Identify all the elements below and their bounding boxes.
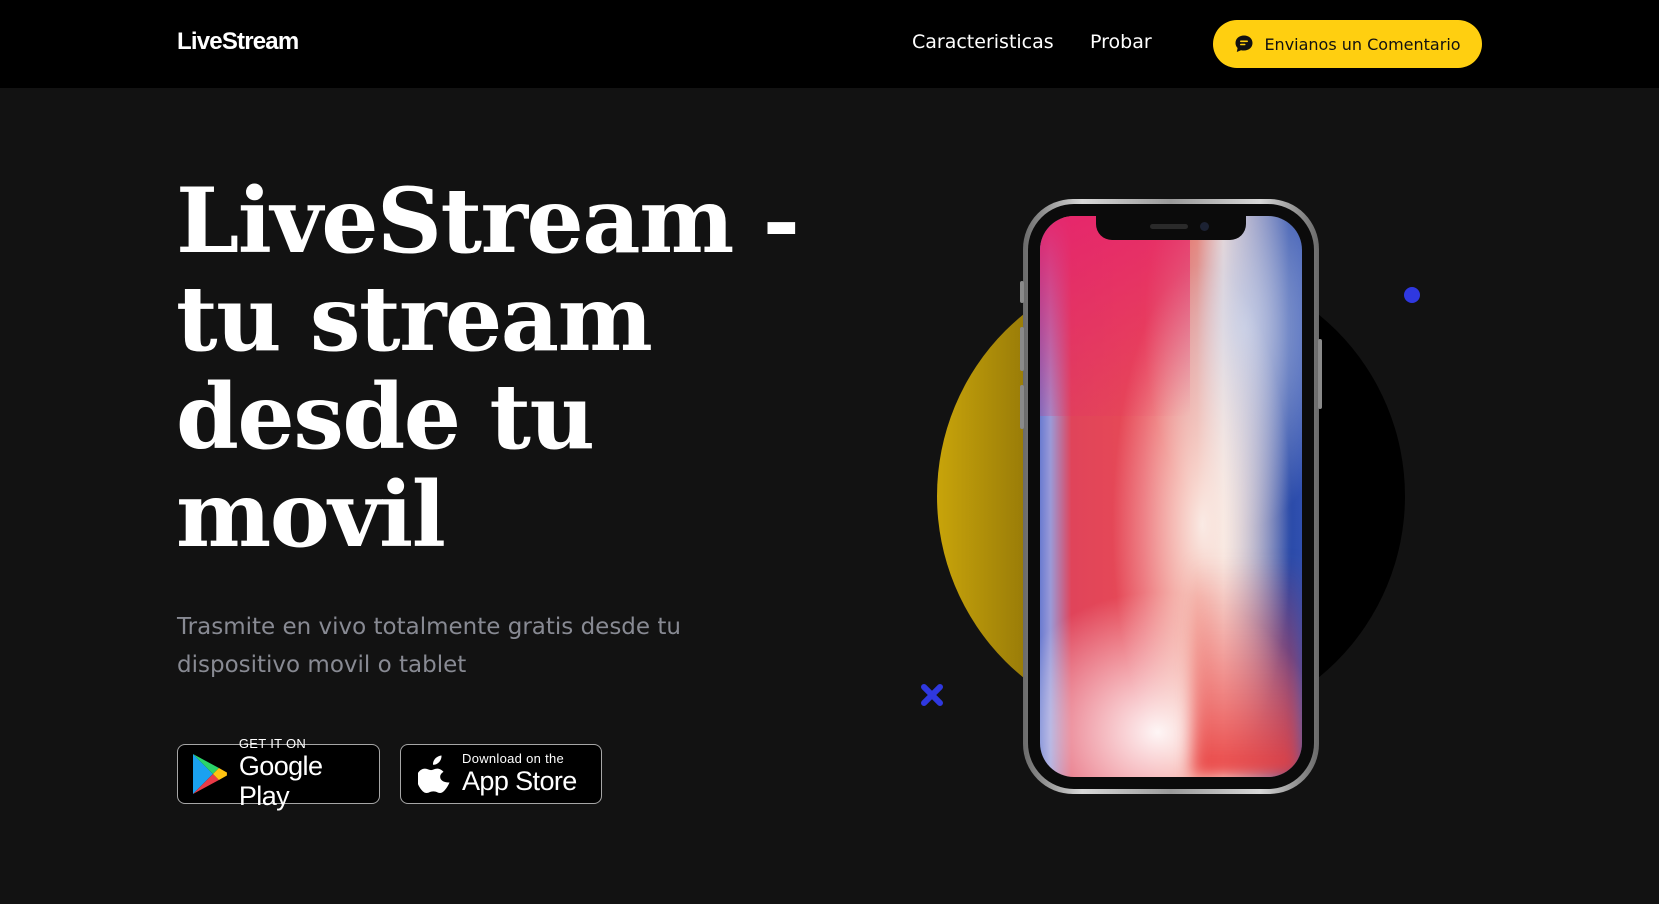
hero-title-line: tu stream [176,266,653,372]
hero-title: LiveStream - tu stream desde tu movil [176,168,800,568]
phone-side-button [1318,339,1322,409]
google-play-small-label: GET IT ON [238,736,307,751]
close-x-decoration-icon [921,684,943,706]
app-store-text: Download on the App Store [462,751,577,797]
wallpaper-gradient-layer [1040,216,1190,416]
blue-dot-decoration [1404,287,1420,303]
chat-bubble-icon [1235,35,1253,52]
google-play-big-label: Google Play [238,751,323,811]
phone-notch [1096,216,1246,240]
phone-side-button [1020,281,1024,303]
app-store-big-label: App Store [462,766,577,796]
google-play-badge[interactable]: GET IT ON Google Play [177,737,380,811]
apple-icon [418,755,450,793]
send-feedback-label: Envianos un Comentario [1264,34,1461,54]
wallpaper-gradient-layer [1192,557,1302,777]
hero-title-line: movil [176,462,446,568]
nav-link-probar[interactable]: Probar [1090,31,1152,53]
google-play-icon [192,754,227,794]
hero-title-line: LiveStream - [176,168,800,274]
phone-screen-wallpaper [1040,216,1302,777]
hero-title-line: desde tu [176,364,595,470]
logo[interactable]: LiveStream [177,28,299,56]
hero-subtitle: Trasmite en vivo totalmente gratis desde… [177,614,681,678]
landing-page: LiveStream Caracteristicas Probar Envian… [0,0,1659,904]
send-feedback-button[interactable]: Envianos un Comentario [1213,20,1482,68]
app-store-small-label: Download on the [462,751,565,766]
phone-mockup [1020,199,1322,794]
phone-side-button [1020,385,1024,429]
top-navbar: LiveStream Caracteristicas Probar Envian… [0,0,1659,88]
app-store-badge[interactable]: Download on the App Store [400,744,602,804]
phone-side-button [1020,327,1024,371]
phone-camera [1200,222,1209,231]
nav-link-caracteristicas[interactable]: Caracteristicas [912,31,1054,53]
phone-speaker [1150,224,1188,229]
google-play-text: GET IT ON Google Play [238,736,379,812]
